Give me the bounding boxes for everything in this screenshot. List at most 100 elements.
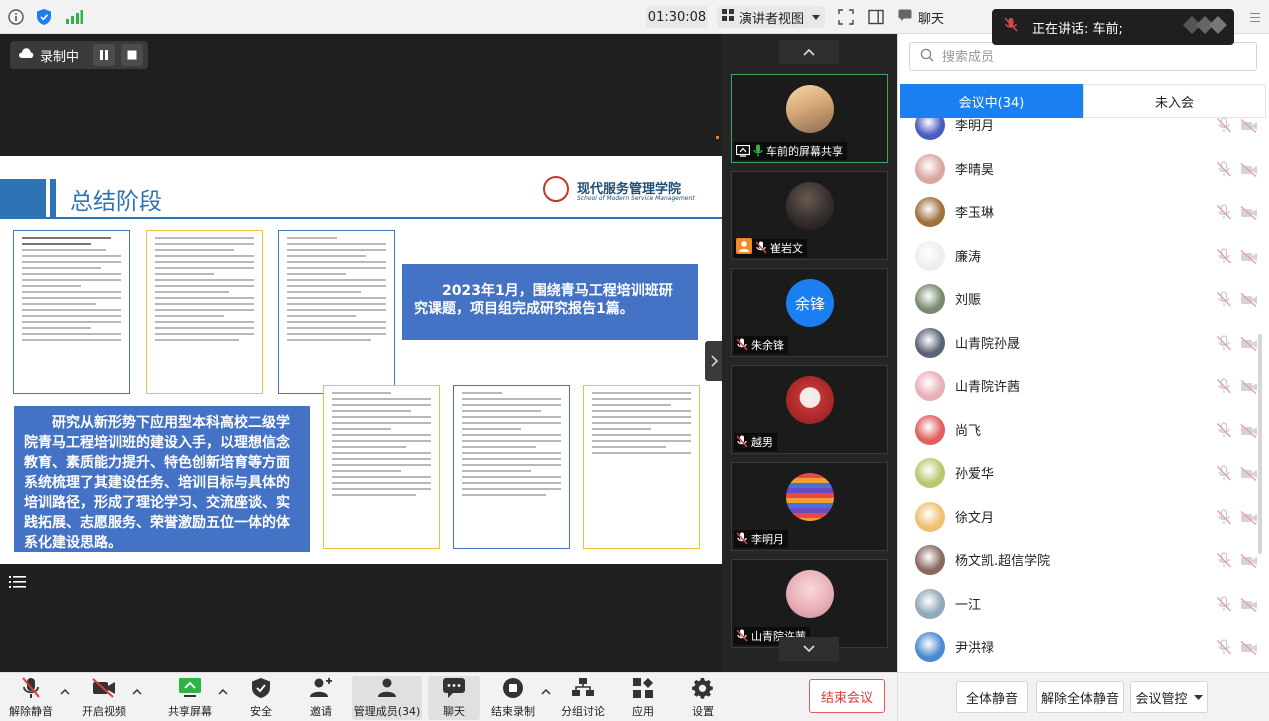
chevron-down-icon: [812, 10, 821, 25]
member-row[interactable]: 尹洪禄: [898, 625, 1269, 669]
summary-box-left: 研究从新形势下应用型本科高校二级学院青马工程培训班的建设入手，以理想信念教育、素…: [14, 406, 310, 552]
member-row[interactable]: 山青院孙晟: [898, 321, 1269, 365]
camera-off-icon[interactable]: [1240, 597, 1258, 612]
search-input[interactable]: [942, 49, 1242, 64]
share-options-chevron-icon[interactable]: [218, 687, 228, 697]
mic-muted-icon[interactable]: [1216, 639, 1232, 655]
info-icon[interactable]: [6, 7, 26, 27]
scroll-down-button[interactable]: [779, 637, 839, 661]
meeting-control-button[interactable]: 会议管控: [1130, 681, 1208, 713]
mic-muted-icon[interactable]: [1216, 421, 1232, 438]
mic-muted-icon[interactable]: [1216, 378, 1232, 394]
mic-muted-icon[interactable]: [1216, 160, 1232, 177]
member-row[interactable]: 刘赈: [898, 277, 1269, 321]
video-tile[interactable]: 余锋 朱余锋: [731, 268, 888, 357]
video-tile[interactable]: 李明月: [731, 462, 888, 551]
member-row[interactable]: 李晴昊: [898, 147, 1269, 191]
mic-muted-icon[interactable]: [1216, 118, 1232, 133]
unmute-all-button[interactable]: 解除全体静音: [1036, 681, 1124, 713]
avatar: [915, 284, 945, 314]
stop-recording-button[interactable]: [121, 44, 144, 66]
mic-muted-icon: [755, 239, 767, 258]
signal-icon[interactable]: [64, 7, 84, 27]
camera-off-icon[interactable]: [1240, 292, 1258, 308]
member-row[interactable]: 孙爱华: [898, 451, 1269, 495]
avatar: [786, 570, 834, 618]
sidebar-toggle-icon[interactable]: [866, 7, 886, 27]
gear-icon: [690, 676, 716, 700]
video-tile[interactable]: 山青院许茜: [731, 559, 888, 648]
collapse-strip-button[interactable]: [705, 341, 722, 381]
mic-muted-icon[interactable]: [1216, 552, 1232, 568]
manage-members-button[interactable]: 管理成员(34): [352, 676, 422, 720]
settings-button[interactable]: 设置: [680, 676, 726, 720]
security-button[interactable]: 安全: [238, 676, 284, 720]
camera-off-icon[interactable]: [1240, 423, 1258, 438]
pause-recording-button[interactable]: [93, 44, 116, 66]
mic-muted-icon[interactable]: [1216, 465, 1232, 481]
avatar: [915, 327, 945, 358]
camera-off-icon[interactable]: [1240, 249, 1258, 264]
tab-in-meeting[interactable]: 会议中(34): [900, 84, 1083, 118]
share-screen-button[interactable]: 共享屏幕: [164, 676, 216, 720]
camera-off-icon[interactable]: [1240, 336, 1258, 351]
search-box[interactable]: [909, 42, 1257, 71]
shield-icon[interactable]: [34, 7, 54, 27]
video-tile[interactable]: 越男: [731, 365, 888, 454]
scroll-up-button[interactable]: [779, 40, 839, 64]
menu-icon[interactable]: [1244, 6, 1266, 28]
mic-muted-icon[interactable]: [1216, 204, 1232, 220]
camera-off-icon[interactable]: [1240, 553, 1258, 569]
member-row[interactable]: 徐文月: [898, 495, 1269, 539]
recording-label: 录制中: [40, 49, 80, 65]
chat-label: 聊天: [443, 705, 465, 718]
apps-button[interactable]: 应用: [620, 676, 666, 720]
camera-off-icon[interactable]: [1240, 205, 1258, 221]
end-recording-button[interactable]: 结束录制: [488, 676, 538, 720]
avatar: [915, 197, 945, 227]
camera-off-icon[interactable]: [1240, 162, 1258, 177]
member-list-scrollbar[interactable]: [1258, 334, 1262, 554]
recording-options-chevron-icon[interactable]: [541, 687, 551, 697]
speaking-indicator: 正在讲话: 车前;: [992, 9, 1234, 45]
participant-name: 车前的屏幕共享: [766, 145, 843, 158]
member-list: 李明月 李晴昊 李玉琳 廉涛 刘赈 山青院孙晟 山青院许茜 尚飞 孙爱华 徐文月 杨文凯.超信学院一…: [898, 118, 1269, 672]
member-row[interactable]: 李玉琳: [898, 190, 1269, 234]
invite-button[interactable]: 邀请: [298, 676, 344, 720]
video-tile[interactable]: 崔岩文: [731, 171, 888, 260]
unmute-button[interactable]: 解除静音: [6, 676, 56, 720]
tab-not-joined[interactable]: 未入会: [1083, 84, 1266, 118]
mic-muted-icon[interactable]: [1216, 595, 1232, 612]
member-row[interactable]: 山青院许茜: [898, 364, 1269, 408]
member-row[interactable]: 李明月: [898, 118, 1269, 147]
video-tile[interactable]: 车前的屏幕共享: [731, 74, 888, 163]
list-icon[interactable]: [4, 570, 32, 594]
audio-options-chevron-icon[interactable]: [60, 687, 70, 697]
member-row[interactable]: 一江: [898, 582, 1269, 626]
breakout-rooms-icon: [570, 676, 596, 700]
chat-tab[interactable]: 聊天: [898, 6, 944, 28]
camera-off-icon[interactable]: [1240, 510, 1258, 525]
member-row[interactable]: 杨文凯.超信学院: [898, 538, 1269, 582]
end-meeting-button[interactable]: 结束会议: [809, 679, 885, 713]
member-row[interactable]: 廉涛: [898, 234, 1269, 278]
mic-muted-icon[interactable]: [1216, 291, 1232, 307]
mic-muted-icon[interactable]: [1216, 508, 1232, 525]
chat-button[interactable]: 聊天: [428, 676, 480, 720]
fullscreen-icon[interactable]: [836, 7, 856, 27]
mic-muted-icon[interactable]: [1216, 247, 1232, 264]
mute-all-button[interactable]: 全体静音: [956, 681, 1028, 713]
camera-off-icon[interactable]: [1240, 466, 1258, 482]
recording-indicator: 录制中: [10, 41, 148, 69]
video-options-chevron-icon[interactable]: [132, 687, 142, 697]
title-accent-thin: [50, 179, 56, 217]
camera-off-icon[interactable]: [1240, 640, 1258, 656]
mic-muted-icon[interactable]: [1216, 334, 1232, 351]
camera-off-icon[interactable]: [1240, 118, 1258, 134]
view-mode-select[interactable]: 演讲者视图: [717, 6, 825, 28]
camera-off-icon[interactable]: [1240, 379, 1258, 395]
start-video-button[interactable]: 开启视频: [78, 676, 130, 720]
tile-nameplate: 朱余锋: [734, 336, 788, 354]
member-row[interactable]: 尚飞: [898, 408, 1269, 452]
breakout-button[interactable]: 分组讨论: [560, 676, 606, 720]
